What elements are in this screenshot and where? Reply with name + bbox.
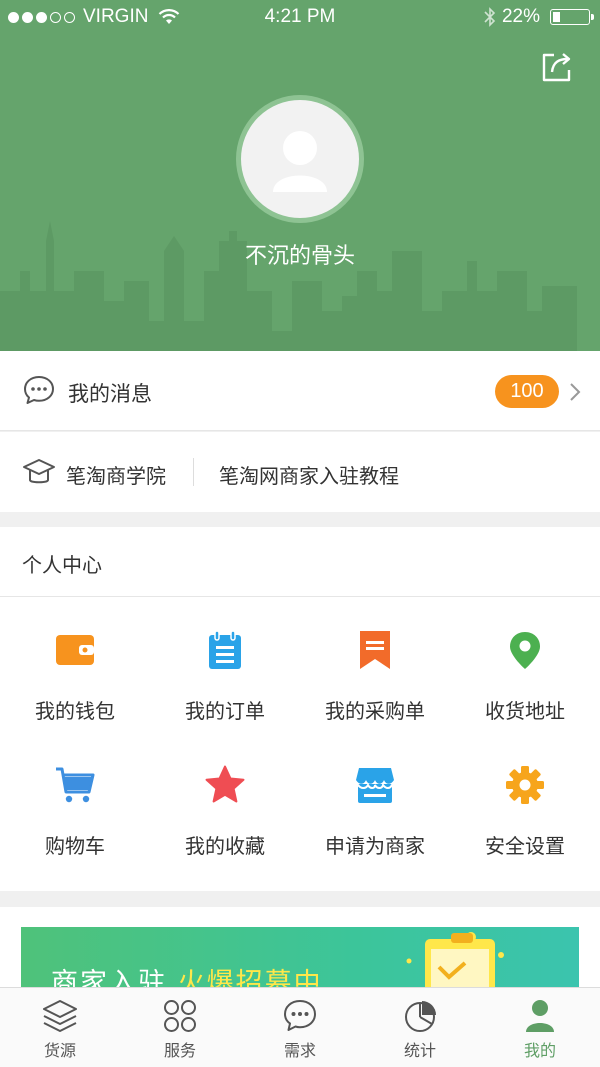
- tab-label: 需求: [283, 1041, 316, 1060]
- item-label: 购物车: [45, 834, 105, 858]
- cart-icon: [56, 767, 95, 803]
- item-label: 我的采购单: [325, 699, 425, 723]
- my-wallet-item[interactable]: 我的钱包: [0, 597, 150, 732]
- username: 不沉的骨头: [244, 244, 355, 269]
- item-label: 我的收藏: [185, 834, 265, 858]
- tab-service[interactable]: 服务: [120, 988, 240, 1067]
- my-messages-label: 我的消息: [68, 382, 152, 406]
- battery-icon: [550, 9, 594, 25]
- shopping-cart-item[interactable]: 购物车: [0, 732, 150, 867]
- chevron-right-icon: [570, 383, 581, 401]
- my-favorites-item[interactable]: 我的收藏: [150, 732, 300, 867]
- my-messages-row[interactable]: 我的消息 100: [0, 351, 600, 431]
- layers-icon: [43, 1000, 77, 1032]
- message-bubble-icon: [24, 376, 54, 404]
- shipping-address-item[interactable]: 收货地址: [450, 597, 600, 732]
- merchant-tutorial-link[interactable]: 笔淘网商家入驻教程: [219, 460, 399, 489]
- graduation-cap-icon: [23, 459, 55, 484]
- academy-link[interactable]: 笔淘商学院: [66, 460, 166, 489]
- academy-row: 笔淘商学院 笔淘网商家入驻教程: [0, 432, 600, 512]
- clipboard-icon: [209, 630, 241, 669]
- share-icon[interactable]: [540, 50, 574, 84]
- profile-header: VIRGIN 4:21 PM 22% 不沉的骨头: [0, 0, 600, 351]
- tab-label: 服务: [163, 1041, 196, 1060]
- promo-banner-section: 商家入驻 火爆招募中: [0, 907, 600, 997]
- tab-source[interactable]: 货源: [0, 988, 120, 1067]
- tab-mine[interactable]: 我的: [480, 988, 600, 1067]
- section-title: 个人中心: [22, 553, 102, 577]
- bottom-tab-bar: 货源 服务 需求 统计 我的: [0, 987, 600, 1067]
- bluetooth-icon: [484, 7, 496, 27]
- battery-percent: 22%: [501, 6, 540, 27]
- pie-chart-icon: [405, 1001, 436, 1032]
- item-label: 申请为商家: [325, 834, 425, 858]
- grid-icon: [164, 1000, 196, 1032]
- item-label: 我的钱包: [35, 699, 115, 723]
- security-settings-item[interactable]: 安全设置: [450, 732, 600, 867]
- wallet-icon: [56, 635, 94, 665]
- gear-icon: [506, 766, 544, 804]
- person-icon: [526, 1000, 554, 1032]
- location-pin-icon: [510, 632, 540, 669]
- city-skyline-graphic: [0, 221, 577, 351]
- tab-label: 我的: [523, 1041, 556, 1060]
- default-avatar-icon: [273, 131, 327, 192]
- message-count-badge: 100: [495, 375, 559, 408]
- item-label: 我的订单: [185, 699, 265, 723]
- personal-center-grid: 我的钱包 我的订单 我的采购单 收货地址 购物车 我的收藏 申请为商家 安全设置: [0, 597, 600, 891]
- personal-center-header: 个人中心: [0, 527, 600, 597]
- tab-label: 统计: [403, 1041, 436, 1060]
- tab-demand[interactable]: 需求: [240, 988, 360, 1067]
- store-icon: [356, 768, 394, 803]
- my-purchase-list-item[interactable]: 我的采购单: [300, 597, 450, 732]
- avatar[interactable]: [236, 95, 364, 223]
- chat-icon: [284, 1000, 316, 1031]
- item-label: 安全设置: [485, 834, 565, 858]
- status-bar: VIRGIN 4:21 PM 22%: [0, 0, 600, 34]
- star-icon: [205, 765, 245, 803]
- apply-merchant-item[interactable]: 申请为商家: [300, 732, 450, 867]
- divider: [193, 458, 194, 486]
- item-label: 收货地址: [485, 699, 565, 723]
- tab-label: 货源: [43, 1041, 76, 1060]
- bookmark-icon: [360, 631, 390, 669]
- my-orders-item[interactable]: 我的订单: [150, 597, 300, 732]
- tab-statistics[interactable]: 统计: [360, 988, 480, 1067]
